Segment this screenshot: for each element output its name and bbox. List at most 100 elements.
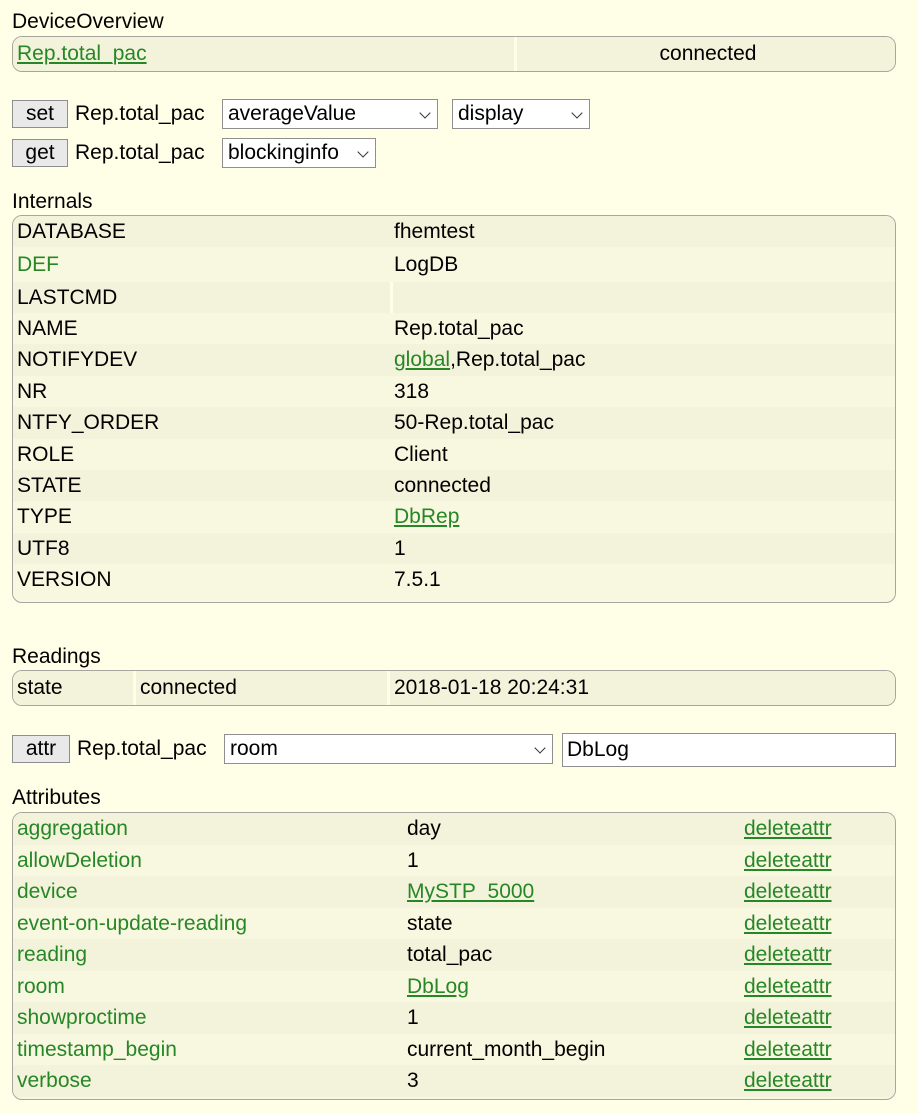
internal-value: 7.5.1 <box>394 568 441 591</box>
attribute-name[interactable]: device <box>13 880 403 904</box>
internal-key: DATABASE <box>17 219 126 243</box>
internal-key: ROLE <box>17 442 75 466</box>
internal-key: TYPE <box>17 505 72 528</box>
table-row: NOTIFYDEV global,Rep.total_pac <box>13 344 895 376</box>
table-row: reading total_pac deleteattr <box>13 939 895 971</box>
internal-value: Client <box>394 442 448 466</box>
table-row: event-on-update-reading state deleteattr <box>13 908 895 939</box>
internal-value: LogDB <box>394 252 459 276</box>
table-row: timestamp_begin current_month_begin dele… <box>13 1034 895 1065</box>
delete-attr-link[interactable]: deleteattr <box>744 817 832 840</box>
table-row: VERSION 7.5.1 <box>13 564 895 596</box>
table-row: UTF8 1 <box>13 533 895 564</box>
table-row: LASTCMD <box>13 282 895 313</box>
table-row: NR 318 <box>13 376 895 407</box>
table-row: device MySTP_5000 deleteattr <box>13 876 895 908</box>
readings-table: state connected 2018-01-18 20:24:31 <box>12 670 896 706</box>
device-overview-table: Rep.total_pac connected <box>12 36 896 72</box>
reading-name: state <box>13 671 136 705</box>
attr-name-select[interactable]: room <box>224 734 553 764</box>
delete-attr-link[interactable]: deleteattr <box>744 849 832 872</box>
delete-attr-link[interactable]: deleteattr <box>744 1069 832 1092</box>
internal-value: fhemtest <box>394 219 475 243</box>
attr-button[interactable]: attr <box>12 735 70 763</box>
table-row: TYPE DbRep <box>13 501 895 533</box>
readings-title: Readings <box>12 645 101 668</box>
table-row: state connected 2018-01-18 20:24:31 <box>13 671 895 705</box>
table-row: DEF LogDB <box>13 247 895 282</box>
internal-key: UTF8 <box>17 536 70 560</box>
attributes-table: aggregation day deleteattr allowDeletion… <box>12 812 896 1100</box>
table-row: aggregation day deleteattr <box>13 813 895 845</box>
get-command-select[interactable]: blockinginfo <box>222 138 376 168</box>
set-value-select[interactable]: display <box>452 99 590 129</box>
internal-key: NTFY_ORDER <box>17 411 160 434</box>
internal-key: LASTCMD <box>13 282 393 313</box>
table-row: NAME Rep.total_pac <box>13 313 895 344</box>
chevron-down-icon <box>419 107 431 119</box>
internal-value: connected <box>394 473 491 497</box>
delete-attr-link[interactable]: deleteattr <box>744 1006 832 1029</box>
attribute-name[interactable]: verbose <box>13 1069 403 1093</box>
internal-key: VERSION <box>17 568 112 591</box>
attribute-value: 3 <box>407 1069 419 1092</box>
internal-value: 50-Rep.total_pac <box>394 411 554 434</box>
attribute-value: day <box>407 817 441 840</box>
internal-value: Rep.total_pac <box>394 316 524 340</box>
delete-attr-link[interactable]: deleteattr <box>744 975 832 998</box>
table-row: ROLE Client <box>13 439 895 470</box>
chevron-down-icon <box>534 742 546 754</box>
device-name-link[interactable]: Rep.total_pac <box>17 42 147 65</box>
table-row: allowDeletion 1 deleteattr <box>13 845 895 876</box>
attribute-value-link[interactable]: DbLog <box>407 975 469 998</box>
table-row: room DbLog deleteattr <box>13 971 895 1002</box>
attribute-name[interactable]: reading <box>13 943 403 967</box>
table-row: verbose 3 deleteattr <box>13 1065 895 1097</box>
attribute-name[interactable]: event-on-update-reading <box>13 912 403 936</box>
internal-value: 1 <box>394 536 406 560</box>
attribute-name[interactable]: aggregation <box>13 817 403 841</box>
internals-table: DATABASE fhemtest DEF LogDB LASTCMD NAME… <box>12 215 896 603</box>
set-button[interactable]: set <box>12 100 68 128</box>
attribute-name[interactable]: showproctime <box>13 1006 403 1030</box>
get-button[interactable]: get <box>12 139 68 167</box>
type-dbrep-link[interactable]: DbRep <box>394 505 459 528</box>
table-row: showproctime 1 deleteattr <box>13 1002 895 1034</box>
attribute-name[interactable]: allowDeletion <box>13 849 403 873</box>
internal-key: NR <box>17 379 48 403</box>
set-command-select[interactable]: averageValue <box>222 99 438 129</box>
attribute-name[interactable]: timestamp_begin <box>13 1038 403 1062</box>
attribute-value: 1 <box>407 848 419 872</box>
attribute-value-link[interactable]: MySTP_5000 <box>407 880 534 903</box>
internal-key-def[interactable]: DEF <box>13 253 390 277</box>
attributes-title: Attributes <box>12 786 101 809</box>
attribute-value: current_month_begin <box>407 1037 606 1061</box>
table-row: DATABASE fhemtest <box>13 216 895 247</box>
internal-key: NOTIFYDEV <box>17 348 138 371</box>
attribute-name[interactable]: room <box>13 975 403 999</box>
get-device-label: Rep.total_pac <box>75 141 205 164</box>
device-state: connected <box>517 37 895 71</box>
chevron-down-icon <box>571 107 583 119</box>
device-overview-title: DeviceOverview <box>12 10 164 33</box>
chevron-down-icon <box>357 146 369 158</box>
attribute-value: 1 <box>407 1006 419 1029</box>
internals-title: Internals <box>12 190 93 213</box>
reading-timestamp: 2018-01-18 20:24:31 <box>394 676 589 699</box>
delete-attr-link[interactable]: deleteattr <box>744 912 832 935</box>
internal-key: STATE <box>17 473 82 497</box>
internal-value: global,Rep.total_pac <box>394 348 586 371</box>
delete-attr-link[interactable]: deleteattr <box>744 943 832 966</box>
set-device-label: Rep.total_pac <box>75 102 205 125</box>
attr-device-label: Rep.total_pac <box>77 737 207 760</box>
delete-attr-link[interactable]: deleteattr <box>744 1038 832 1061</box>
reading-value: connected <box>136 671 390 705</box>
attribute-value: state <box>407 911 453 935</box>
internal-key: NAME <box>17 316 78 340</box>
notifydev-global-link[interactable]: global <box>394 348 450 371</box>
internal-value: 318 <box>394 379 430 403</box>
delete-attr-link[interactable]: deleteattr <box>744 880 832 903</box>
table-row: STATE connected <box>13 470 895 501</box>
attr-value-input[interactable]: DbLog <box>562 733 896 767</box>
attribute-value: total_pac <box>407 943 493 966</box>
